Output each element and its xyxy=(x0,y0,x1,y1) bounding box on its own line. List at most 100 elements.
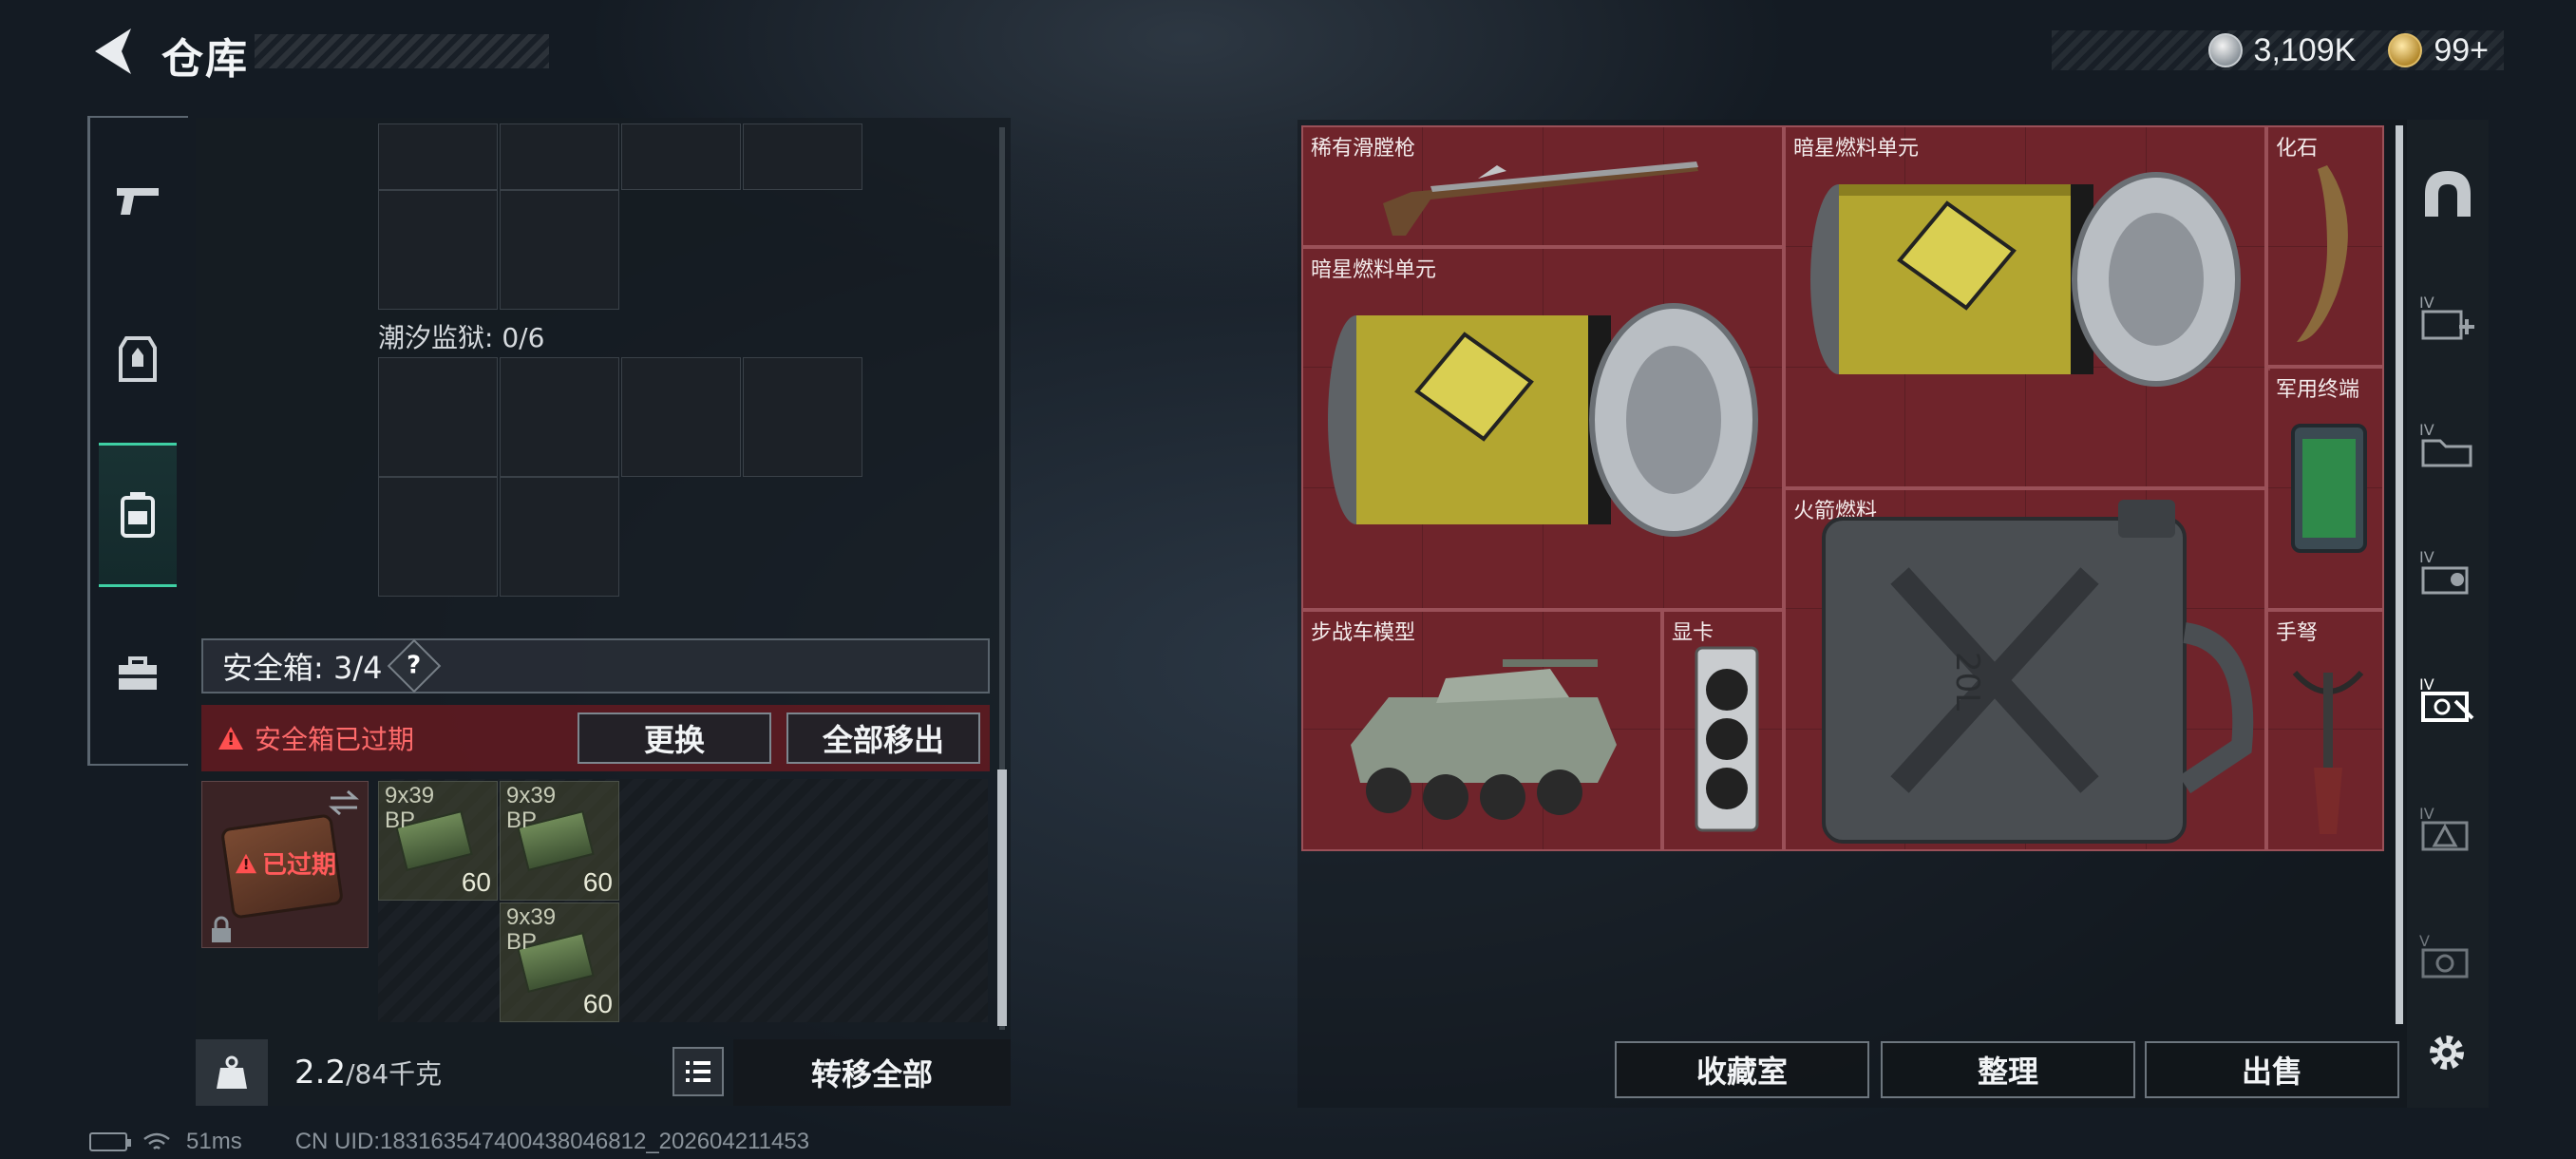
item-name: 显卡 xyxy=(1672,621,1714,645)
musket-image xyxy=(1383,162,1698,236)
grid-slot[interactable] xyxy=(378,357,498,477)
list-view-button[interactable] xyxy=(672,1047,724,1096)
fuel-cell-image xyxy=(1328,303,1758,537)
tab-stash-level-4d-active[interactable]: IV xyxy=(2407,635,2489,764)
transfer-all-button[interactable]: 转移全部 xyxy=(733,1039,1011,1106)
item-name: 手弩 xyxy=(2276,621,2319,645)
weight-readout: 2.2/84千克 xyxy=(294,1054,442,1092)
tab-stash-level-4c[interactable]: IV xyxy=(2407,507,2489,636)
battery-icon xyxy=(89,1132,131,1151)
svg-text:IV: IV xyxy=(2419,421,2434,439)
settings-button[interactable] xyxy=(2420,1026,2473,1079)
stash-medical-icon: IV xyxy=(2419,294,2474,340)
item-fossil[interactable]: 化石 xyxy=(2266,125,2384,367)
backpack-icon xyxy=(121,492,155,538)
ping-readout: 51ms xyxy=(186,1129,242,1154)
category-weapons[interactable] xyxy=(99,144,177,258)
backpack-footer: 2.2/84千克 转移全部 xyxy=(196,1039,1011,1106)
grid-slot[interactable] xyxy=(378,190,498,310)
item-rocket-fuel[interactable]: 火箭燃料 20L xyxy=(1784,488,2266,851)
grid-slot[interactable] xyxy=(500,124,619,190)
jerry-can-label: 20L xyxy=(1948,652,1986,711)
crossbow-image xyxy=(2292,670,2364,834)
fossil-claw-image xyxy=(2297,165,2348,342)
safe-box-expired-tag: 已过期 xyxy=(234,846,336,881)
toolbox-icon xyxy=(119,656,157,690)
item-name: 暗星燃料单元 xyxy=(1311,258,1437,282)
ammo-item[interactable]: 9x39 BP 60 xyxy=(378,781,498,901)
sell-button[interactable]: 出售 xyxy=(2145,1041,2399,1098)
gold-coin-icon xyxy=(2388,33,2423,67)
organize-button[interactable]: 整理 xyxy=(1881,1041,2135,1098)
ammo-caliber: 9x39 BP xyxy=(385,783,435,833)
grid-slot[interactable] xyxy=(621,357,741,477)
ammo-count: 60 xyxy=(461,867,491,897)
warehouse-scrollbar[interactable] xyxy=(2396,125,2403,1024)
category-armor[interactable] xyxy=(99,302,177,416)
svg-text:IV: IV xyxy=(2419,675,2434,694)
ammo-count: 60 xyxy=(582,989,613,1018)
svg-text:IV: IV xyxy=(2419,805,2434,823)
graphics-card-image xyxy=(1695,646,1759,832)
user-uid: CN UID:1831635474004380​46812_2026042114… xyxy=(294,1129,810,1154)
tab-stash-level-5[interactable]: V xyxy=(2407,891,2489,1020)
category-safe-box[interactable] xyxy=(99,443,177,587)
grid-slot[interactable] xyxy=(378,477,498,597)
svg-text:IV: IV xyxy=(2419,294,2434,312)
safe-box-header: 安全箱: 3/4 ? xyxy=(201,638,990,694)
ammo-item[interactable]: 9x39 BP 60 xyxy=(500,781,619,901)
item-ifv-model[interactable]: 步战车模型 xyxy=(1301,610,1662,851)
currency-bar: 3,109K 99+ xyxy=(2052,30,2504,70)
grid-slot[interactable] xyxy=(378,124,498,190)
grid-slot[interactable] xyxy=(500,477,619,597)
gold-amount: 99+ xyxy=(2434,31,2489,68)
tab-home-stash[interactable] xyxy=(2407,129,2489,258)
back-button[interactable] xyxy=(87,23,141,80)
silver-coin-icon xyxy=(2207,33,2243,67)
help-button[interactable]: ? xyxy=(388,638,442,694)
title-decoration xyxy=(255,34,549,68)
weight-icon xyxy=(217,1055,247,1089)
swap-icon[interactable] xyxy=(327,788,361,817)
ammo-item[interactable]: 9x39 BP 60 xyxy=(500,902,619,1022)
item-hand-crossbow[interactable]: 手弩 xyxy=(2266,610,2384,851)
status-bar: 51ms CN UID:1831635474004380​46812_20260… xyxy=(89,1129,809,1155)
item-name: 化石 xyxy=(2276,137,2319,161)
replace-button[interactable]: 更换 xyxy=(578,712,771,764)
category-tools[interactable] xyxy=(99,618,177,732)
ammo-count: 60 xyxy=(582,867,613,897)
grid-slot[interactable] xyxy=(621,124,741,190)
wifi-icon xyxy=(143,1132,170,1150)
move-all-out-button[interactable]: 全部移出 xyxy=(786,712,980,764)
weight-current: 2.2 xyxy=(294,1054,347,1092)
tab-stash-level-4b[interactable]: IV xyxy=(2407,380,2489,509)
grid-slot[interactable] xyxy=(743,357,862,477)
svg-text:IV: IV xyxy=(2419,548,2434,566)
fuel-cell-image xyxy=(1810,172,2241,387)
item-graphics-card[interactable]: 显卡 xyxy=(1662,610,1784,851)
item-fuel-cell[interactable]: 暗星燃料单元 xyxy=(1784,125,2266,488)
stash-hazard-icon: IV xyxy=(2419,805,2469,851)
item-name: 军用终端 xyxy=(2276,378,2360,402)
expired-label: 已过期 xyxy=(262,851,337,880)
warning-icon xyxy=(218,727,243,750)
ammo-caliber: 9x39 BP xyxy=(506,783,557,833)
weight-max: /84千克 xyxy=(346,1058,443,1090)
grid-slot[interactable] xyxy=(500,357,619,477)
backpack-scroll-thumb[interactable] xyxy=(997,770,1007,1026)
ifv-model-image xyxy=(1351,659,1617,820)
item-fuel-cell[interactable]: 暗星燃料单元 xyxy=(1301,247,1784,610)
grid-slot[interactable] xyxy=(743,124,862,190)
region-capacity-label: 潮汐监狱: 0/6 xyxy=(378,322,545,353)
item-musket[interactable]: 稀有滑膛枪 xyxy=(1301,125,1784,247)
grid-slot[interactable] xyxy=(500,190,619,310)
collection-room-button[interactable]: 收藏室 xyxy=(1615,1041,1869,1098)
stash-locked-icon: V xyxy=(2419,932,2469,978)
item-military-terminal[interactable]: 军用终端 xyxy=(2266,367,2384,610)
jerry-can-image: 20L xyxy=(1822,500,2254,844)
tab-stash-level-4a[interactable]: IV xyxy=(2407,253,2489,382)
warning-icon xyxy=(235,853,257,873)
tab-stash-level-4e[interactable]: IV xyxy=(2407,764,2489,893)
pistol-icon xyxy=(117,188,159,215)
stash-device-icon: IV xyxy=(2419,675,2474,722)
